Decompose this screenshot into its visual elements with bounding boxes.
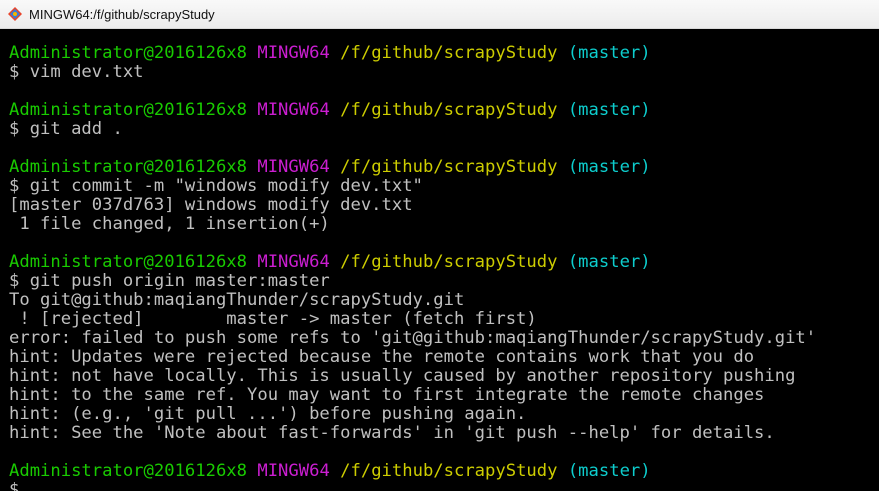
- prompt-line: Administrator@2016126x8 MINGW64 /f/githu…: [9, 158, 651, 177]
- prompt-line: Administrator@2016126x8 MINGW64 /f/githu…: [9, 44, 651, 63]
- prompt-user-host: Administrator@2016126x8: [9, 43, 247, 63]
- command-line: $: [9, 480, 20, 491]
- command-line: $ git commit -m "windows modify dev.txt": [9, 176, 423, 196]
- prompt-path: /f/github/scrapyStudy: [340, 43, 558, 63]
- prompt-path: /f/github/scrapyStudy: [340, 252, 558, 272]
- prompt-system: MINGW64: [257, 43, 330, 63]
- prompt-branch: (master): [567, 252, 651, 272]
- prompt-user-host: Administrator@2016126x8: [9, 157, 247, 177]
- prompt-path: /f/github/scrapyStudy: [340, 157, 558, 177]
- prompt-line: Administrator@2016126x8 MINGW64 /f/githu…: [9, 101, 651, 120]
- output-line: hint: See the 'Note about fast-forwards'…: [9, 423, 775, 443]
- terminal-window: MINGW64:/f/github/scrapyStudy Administra…: [0, 0, 879, 491]
- mingw-git-icon: [8, 7, 22, 21]
- output-line: hint: Updates were rejected because the …: [9, 347, 755, 367]
- title-bar[interactable]: MINGW64:/f/github/scrapyStudy: [0, 0, 879, 29]
- prompt-branch: (master): [567, 43, 651, 63]
- prompt-system: MINGW64: [257, 100, 330, 120]
- prompt-branch: (master): [567, 100, 651, 120]
- prompt-system: MINGW64: [257, 461, 330, 481]
- prompt-branch: (master): [567, 157, 651, 177]
- output-line: hint: to the same ref. You may want to f…: [9, 385, 765, 405]
- output-line: hint: (e.g., 'git pull ...') before push…: [9, 404, 527, 424]
- prompt-user-host: Administrator@2016126x8: [9, 252, 247, 272]
- output-line: 1 file changed, 1 insertion(+): [9, 214, 330, 234]
- output-line: To git@github:maqiangThunder/scrapyStudy…: [9, 290, 465, 310]
- window-title: MINGW64:/f/github/scrapyStudy: [29, 6, 215, 22]
- prompt-branch: (master): [567, 461, 651, 481]
- prompt-path: /f/github/scrapyStudy: [340, 461, 558, 481]
- prompt-system: MINGW64: [257, 252, 330, 272]
- output-line: error: failed to push some refs to 'git@…: [9, 328, 817, 348]
- prompt-line: Administrator@2016126x8 MINGW64 /f/githu…: [9, 253, 651, 272]
- command-line: $ git push origin master:master: [9, 271, 330, 291]
- prompt-line: Administrator@2016126x8 MINGW64 /f/githu…: [9, 462, 651, 481]
- command-line: $ vim dev.txt: [9, 62, 144, 82]
- prompt-user-host: Administrator@2016126x8: [9, 461, 247, 481]
- output-line: hint: not have locally. This is usually …: [9, 366, 796, 386]
- prompt-path: /f/github/scrapyStudy: [340, 100, 558, 120]
- output-line: [master 037d763] windows modify dev.txt: [9, 195, 413, 215]
- command-line: $ git add .: [9, 119, 123, 139]
- prompt-user-host: Administrator@2016126x8: [9, 100, 247, 120]
- terminal-output[interactable]: Administrator@2016126x8 MINGW64 /f/githu…: [0, 29, 879, 491]
- prompt-system: MINGW64: [257, 157, 330, 177]
- output-line: ! [rejected] master -> master (fetch fir…: [9, 309, 537, 329]
